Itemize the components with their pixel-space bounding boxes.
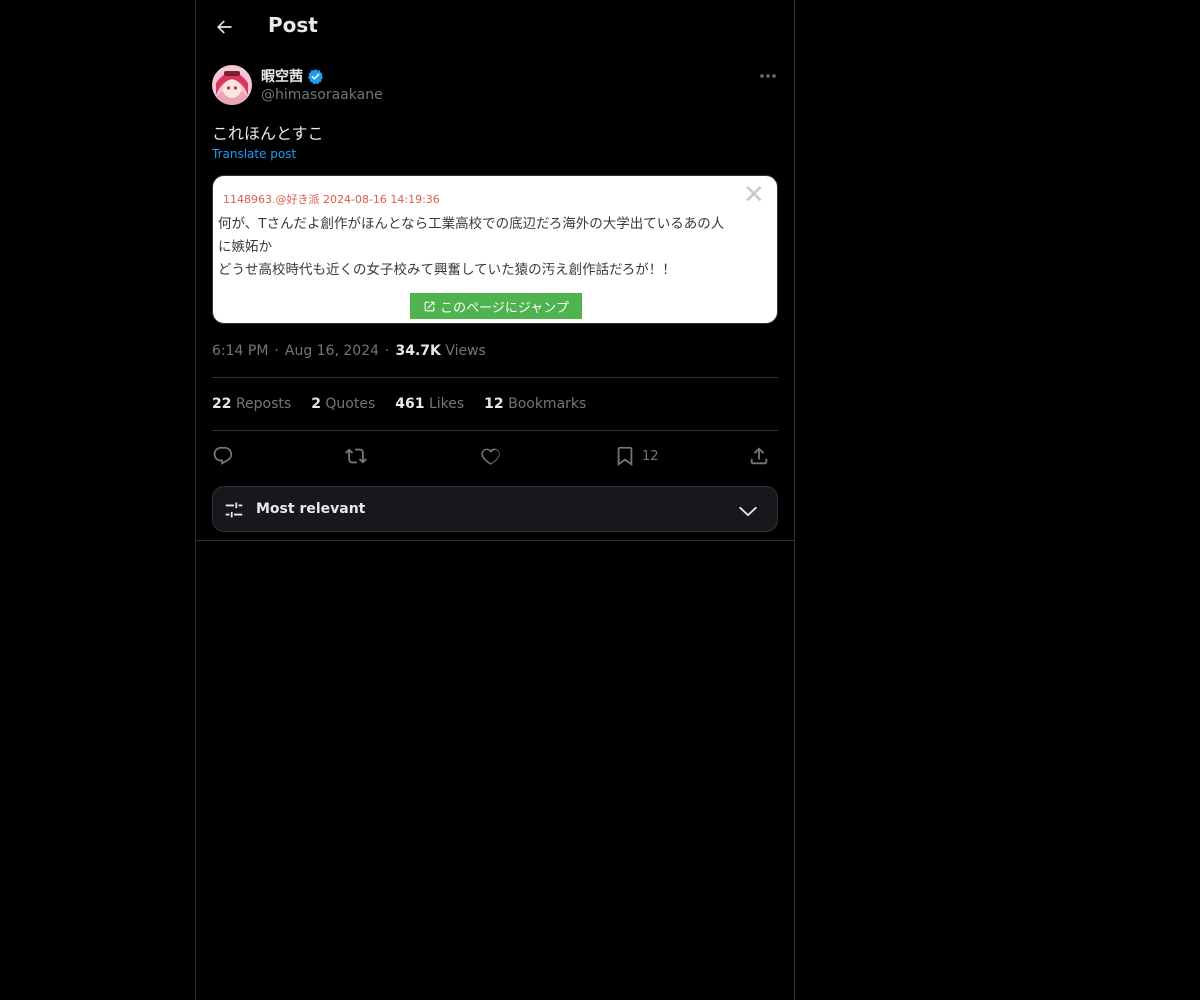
views-label: Views [445,343,486,359]
author-handle[interactable]: @himasoraakane [261,87,383,103]
media-jump-label: このページにジャンプ [440,300,569,316]
post-media-image[interactable]: 1148963.@好き派 2024-08-16 14:19:36 ✕ 何が、Tさ… [212,175,778,324]
back-button[interactable] [208,11,240,43]
more-icon [760,74,776,78]
divider [196,540,794,541]
repost-icon [345,448,367,464]
divider [212,377,778,378]
chevron-down-icon [739,506,757,517]
arrow-left-icon [217,20,232,34]
share-button[interactable] [748,443,770,469]
bookmark-icon [617,446,633,467]
repost-button[interactable] [345,443,367,469]
avatar-image [212,65,252,105]
reply-button[interactable] [212,443,234,469]
reposts-stat[interactable]: 22 Reposts [212,396,291,412]
reply-sort-dropdown[interactable]: Most relevant [212,486,778,532]
engagement-stats: 22 Reposts 2 Quotes 461 Likes 12 Bookmar… [212,396,586,412]
media-close-icon: ✕ [743,180,765,210]
media-body-text: 何が、Tさんだよ創作がほんとなら工業高校での底辺だろ海外の大学出ているあの人 に… [218,213,774,282]
main-column: Post 暇空茜 @himasoraakane これほんとすこ Translat… [195,0,795,1000]
divider [212,430,778,431]
quotes-stat[interactable]: 2 Quotes [311,396,375,412]
avatar[interactable] [212,65,252,105]
post-date[interactable]: Aug 16, 2024 [285,343,379,359]
reply-icon [213,446,233,465]
media-line: どうせ高校時代も近くの女子校みて興奮していた猿の汚え創作話だろが！！ [218,262,676,278]
page-header: Post [196,0,794,54]
media-line: に嫉妬か [218,239,272,255]
post-text: これほんとすこ [212,124,324,143]
bookmark-count: 12 [642,448,659,464]
author-display-name[interactable]: 暇空茜 [261,66,303,86]
verified-badge-icon [308,68,323,84]
post-meta: 6:14 PM · Aug 16, 2024 · 34.7K Views [212,343,486,359]
translate-post-link[interactable]: Translate post [212,147,296,161]
more-options-button[interactable] [756,66,780,86]
meta-separator: · [385,343,390,359]
heart-icon [481,448,500,466]
sort-label: Most relevant [256,501,366,517]
media-line: 何が、Tさんだよ創作がほんとなら工業高校での底辺だろ海外の大学出ているあの人 [218,216,725,232]
sliders-icon [225,502,243,518]
external-link-icon [424,301,435,311]
author-name-row: 暇空茜 [261,66,324,86]
page-title: Post [268,13,318,37]
media-jump-button: このページにジャンプ [410,293,582,319]
likes-stat[interactable]: 461 Likes [395,396,464,412]
share-icon [750,447,768,465]
like-button[interactable] [480,443,502,469]
bookmarks-stat[interactable]: 12 Bookmarks [484,396,586,412]
meta-separator: · [274,343,279,359]
post-time[interactable]: 6:14 PM [212,343,268,359]
bookmark-button[interactable]: 12 [614,443,659,469]
action-bar: 12 [212,443,778,469]
views-count: 34.7K [395,343,441,359]
media-meta-text: 1148963.@好き派 2024-08-16 14:19:36 [223,193,440,206]
